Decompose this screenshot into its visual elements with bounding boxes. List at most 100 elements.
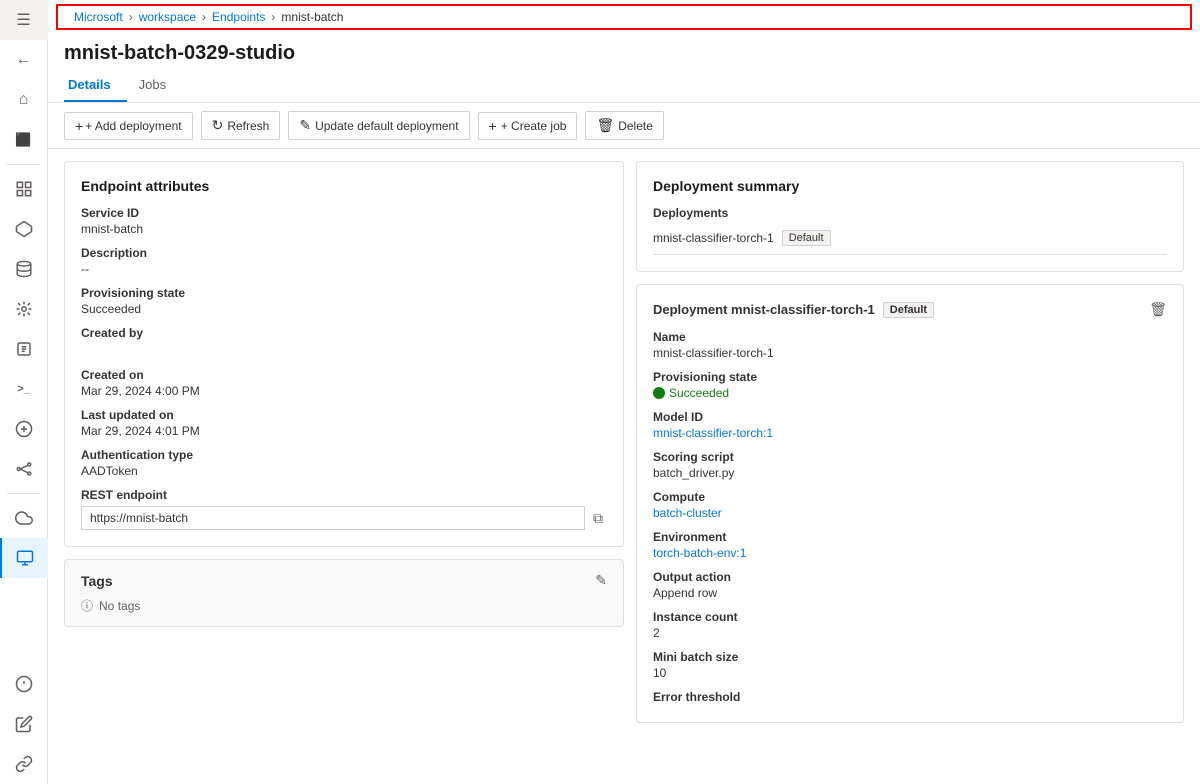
detail-instance-count-value: 2 [653, 626, 1167, 640]
sidebar-item-terminal[interactable]: >_ [0, 369, 48, 409]
deployment-detail-header: Deployment mnist-classifier-torch-1 Defa… [653, 301, 1167, 318]
detail-error-threshold-label: Error threshold [653, 690, 1167, 704]
breadcrumb-sep-3: › [271, 10, 275, 24]
dashboard-icon[interactable]: ⬛ [0, 120, 48, 160]
detail-output-action-value: Append row [653, 586, 1167, 600]
create-job-icon: + [489, 118, 497, 134]
copy-endpoint-button[interactable]: ⧉ [589, 508, 607, 529]
update-default-button[interactable]: ✎ Update default deployment [288, 111, 469, 140]
status-success-dot: ✓ [653, 387, 665, 399]
deployment-detail-card: Deployment mnist-classifier-torch-1 Defa… [636, 284, 1184, 723]
sidebar-item-cloud[interactable] [0, 498, 48, 538]
sidebar-item-overview[interactable] [0, 169, 48, 209]
refresh-icon: ↻ [212, 117, 224, 134]
breadcrumb-sep-1: › [129, 10, 133, 24]
tags-title: Tags [81, 573, 113, 589]
no-tags-text: No tags [99, 599, 140, 613]
main-content: Microsoft › workspace › Endpoints › mnis… [48, 0, 1200, 784]
sidebar-item-endpoints[interactable] [0, 409, 48, 449]
detail-environment-label: Environment [653, 530, 1167, 544]
tab-jobs[interactable]: Jobs [135, 69, 182, 102]
refresh-button[interactable]: ↻ Refresh [201, 111, 281, 140]
deployment-delete-icon[interactable]: 🗑 [1149, 301, 1167, 318]
detail-instance-count-label: Instance count [653, 610, 1167, 624]
delete-label: Delete [618, 119, 653, 133]
page-title: mnist-batch-0329-studio [48, 34, 1200, 69]
endpoint-attributes-card: Endpoint attributes Service ID mnist-bat… [64, 161, 624, 547]
detail-compute-value[interactable]: batch-cluster [653, 506, 1167, 520]
breadcrumb: Microsoft › workspace › Endpoints › mnis… [56, 4, 1192, 30]
edit-tags-icon[interactable]: ✎ [595, 572, 607, 589]
update-icon: ✎ [299, 117, 311, 134]
update-default-label: Update default deployment [315, 119, 458, 133]
copy-icon: ⧉ [593, 510, 603, 526]
detail-output-action-label: Output action [653, 570, 1167, 584]
detail-scoring-script-label: Scoring script [653, 450, 1167, 464]
no-tags-row: ⓘ No tags [81, 597, 607, 614]
detail-model-id-value[interactable]: mnist-classifier-torch:1 [653, 426, 1167, 440]
add-deployment-button[interactable]: + + Add deployment [64, 112, 193, 140]
breadcrumb-endpoints[interactable]: Endpoints [212, 10, 265, 24]
detail-name-value: mnist-classifier-torch-1 [653, 346, 1167, 360]
sidebar-divider-1 [7, 164, 40, 165]
toolbar: + + Add deployment ↻ Refresh ✎ Update de… [48, 103, 1200, 149]
detail-environment-value[interactable]: torch-batch-env:1 [653, 546, 1167, 560]
sidebar-divider-2 [7, 493, 40, 494]
sidebar-item-data[interactable] [0, 249, 48, 289]
created-by-value [81, 342, 607, 358]
sidebar-item-jobs[interactable] [0, 289, 48, 329]
deployments-label: Deployments [653, 206, 1167, 220]
description-value: -- [81, 262, 607, 276]
home-icon[interactable] [0, 80, 48, 120]
breadcrumb-current: mnist-batch [281, 10, 343, 24]
deployment-detail-header-title: Deployment mnist-classifier-torch-1 Defa… [653, 302, 934, 318]
detail-provisioning-value: ✓ Succeeded [653, 386, 1167, 400]
rest-endpoint-row: ⧉ [81, 506, 607, 530]
created-on-label: Created on [81, 368, 607, 382]
detail-name-label: Name [653, 330, 1167, 344]
sidebar-item-models[interactable] [0, 209, 48, 249]
hamburger-icon[interactable] [0, 0, 48, 40]
description-label: Description [81, 246, 607, 260]
info-icon: ⓘ [81, 597, 93, 614]
deployment-summary-row: mnist-classifier-torch-1 Default [653, 222, 1167, 255]
provisioning-state-label: Provisioning state [81, 286, 607, 300]
created-on-value: Mar 29, 2024 4:00 PM [81, 384, 607, 398]
breadcrumb-sep-2: › [202, 10, 206, 24]
rest-endpoint-input[interactable] [81, 506, 585, 530]
sidebar-item-link[interactable] [0, 744, 48, 784]
tab-details[interactable]: Details [64, 69, 127, 102]
sidebar-item-active[interactable] [0, 538, 48, 578]
rest-endpoint-label: REST endpoint [81, 488, 607, 502]
endpoint-attributes-title: Endpoint attributes [81, 178, 607, 194]
sidebar-item-monitor[interactable] [0, 664, 48, 704]
back-icon[interactable] [0, 40, 48, 80]
breadcrumb-microsoft[interactable]: Microsoft [74, 10, 123, 24]
left-panel: Endpoint attributes Service ID mnist-bat… [64, 161, 624, 772]
auth-type-value: AADToken [81, 464, 607, 478]
tags-header: Tags ✎ [81, 572, 607, 589]
sidebar-item-edit[interactable] [0, 704, 48, 744]
sidebar-item-compute[interactable] [0, 329, 48, 369]
auth-type-label: Authentication type [81, 448, 607, 462]
content-area: Endpoint attributes Service ID mnist-bat… [48, 149, 1200, 784]
refresh-label: Refresh [227, 119, 269, 133]
deployment-summary-name: mnist-classifier-torch-1 [653, 231, 774, 245]
sidebar-item-pipelines[interactable] [0, 449, 48, 489]
add-deployment-label: + Add deployment [85, 119, 181, 133]
sidebar-bottom [0, 664, 47, 784]
service-id-label: Service ID [81, 206, 607, 220]
deployment-detail-badge: Default [883, 302, 934, 318]
delete-button[interactable]: 🗑 Delete [585, 111, 663, 140]
detail-provisioning-text: Succeeded [669, 386, 729, 400]
breadcrumb-workspace[interactable]: workspace [139, 10, 196, 24]
detail-mini-batch-size-label: Mini batch size [653, 650, 1167, 664]
create-job-button[interactable]: + + Create job [478, 112, 578, 140]
detail-mini-batch-size-value: 10 [653, 666, 1167, 680]
last-updated-value: Mar 29, 2024 4:01 PM [81, 424, 607, 438]
delete-icon: 🗑 [596, 117, 614, 134]
tags-card: Tags ✎ ⓘ No tags [64, 559, 624, 627]
sidebar: ⬛ >_ [0, 0, 48, 784]
provisioning-state-value: Succeeded [81, 302, 607, 316]
deployment-summary-card: Deployment summary Deployments mnist-cla… [636, 161, 1184, 272]
